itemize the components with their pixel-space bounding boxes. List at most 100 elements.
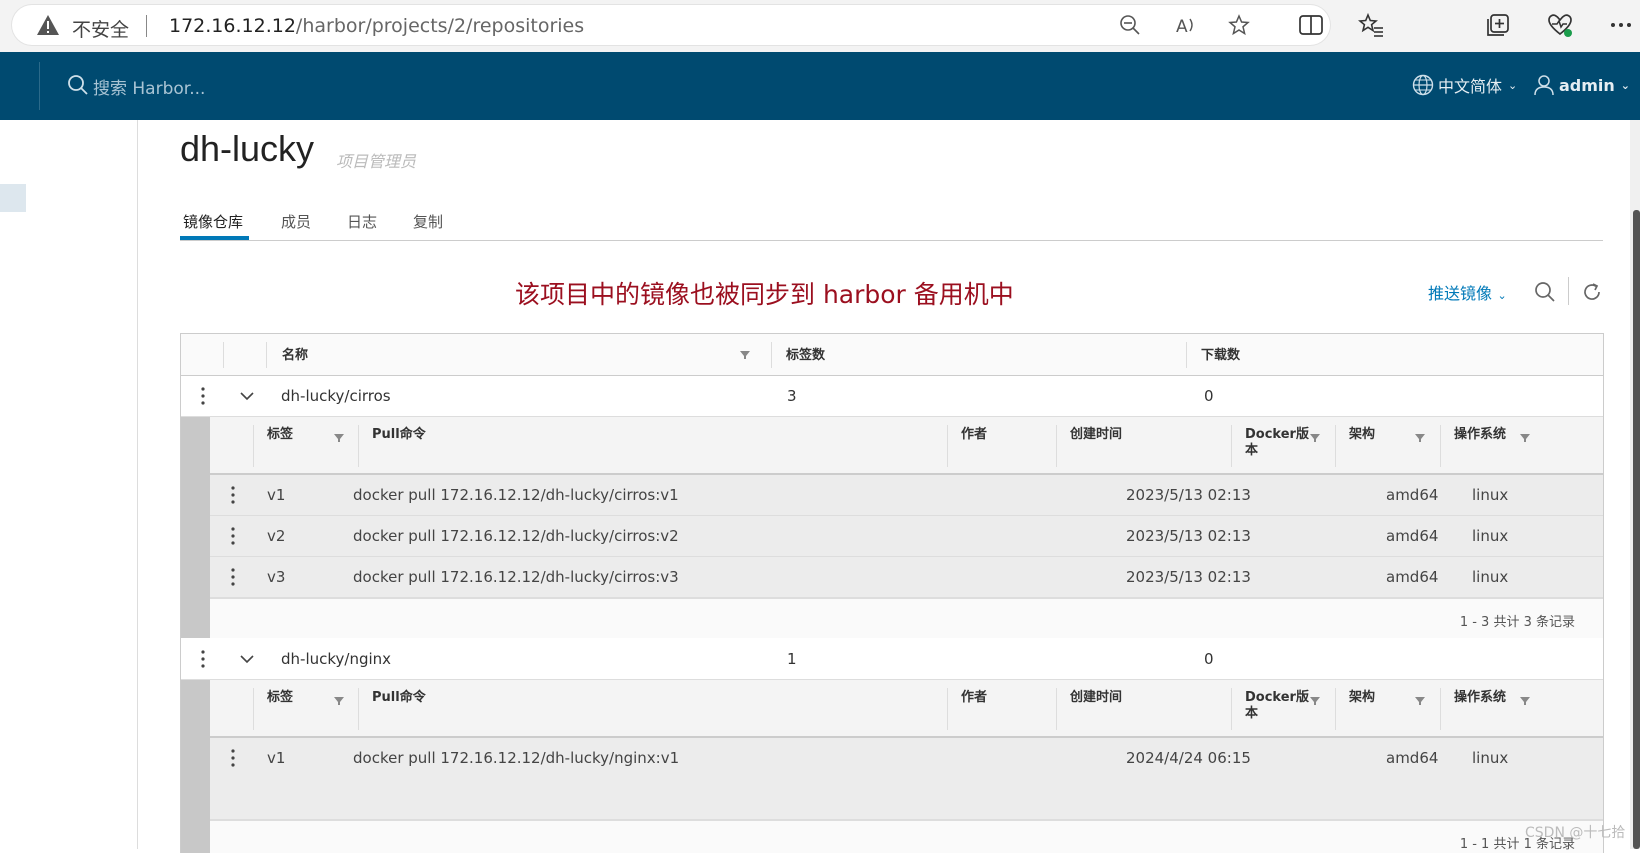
browser-health-icon[interactable] [1547,12,1573,38]
insecure-label[interactable]: 不安全 [72,15,129,42]
column-header-tag[interactable]: 标签 [267,690,293,706]
column-divider [1056,425,1057,467]
column-header-name[interactable]: 名称 [282,344,308,363]
pull-command[interactable]: docker pull 172.16.12.12/dh-lucky/cirros… [353,527,679,545]
column-header-docker-version[interactable]: Docker版本 [1245,690,1310,722]
global-search-input[interactable]: 搜索 Harbor... [93,74,205,99]
tag-name[interactable]: v1 [267,486,285,504]
side-nav-selected-item[interactable] [0,184,26,212]
filter-icon[interactable] [334,696,344,706]
pull-command[interactable]: docker pull 172.16.12.12/dh-lucky/cirros… [353,486,679,504]
filter-icon[interactable] [1520,433,1530,443]
tag-row[interactable]: v2 docker pull 172.16.12.12/dh-lucky/cir… [210,516,1603,557]
created-time: 2024/4/24 06:15 [1126,749,1251,767]
collections-icon[interactable] [1485,12,1511,38]
column-header-arch[interactable]: 架构 [1349,690,1375,706]
push-image-button[interactable]: 推送镜像 ⌄ [1428,280,1507,304]
column-divider [1335,425,1336,467]
pull-command[interactable]: docker pull 172.16.12.12/dh-lucky/cirros… [353,568,679,586]
tag-name[interactable]: v2 [267,527,285,545]
column-header-tags[interactable]: 标签数 [786,344,825,363]
tag-row[interactable]: v1 docker pull 172.16.12.12/dh-lucky/ngi… [210,738,1603,820]
tab-replication[interactable]: 复制 [413,211,443,232]
chevron-down-icon[interactable] [239,388,255,404]
side-nav [0,120,138,849]
column-header-author[interactable]: 作者 [961,427,987,443]
url-path: /harbor/projects/2/repositories [295,15,585,37]
filter-icon[interactable] [1520,696,1530,706]
repository-name[interactable]: dh-lucky/cirros [281,387,391,405]
tag-name[interactable]: v3 [267,568,285,586]
column-header-tag[interactable]: 标签 [267,427,293,443]
tag-datagrid-header: 标签 Pull命令 作者 创建时间 Docker版本 架构 操作系统 [210,417,1603,475]
zoom-out-icon[interactable] [1119,14,1141,36]
column-divider [266,342,267,368]
split-screen-icon[interactable] [1298,12,1324,38]
browser-toolbar: 不安全 172.16.12.12/harbor/projects/2/repos… [0,0,1640,52]
filter-icon[interactable] [1310,433,1320,443]
filter-icon[interactable] [1415,433,1425,443]
page-scrollbar[interactable] [1630,120,1640,849]
column-header-arch[interactable]: 架构 [1349,427,1375,443]
tag-row[interactable]: v3 docker pull 172.16.12.12/dh-lucky/cir… [210,557,1603,598]
repository-pull-count: 0 [1204,387,1214,405]
architecture: amd64 [1386,486,1439,504]
chevron-down-icon[interactable] [239,651,255,667]
filter-icon[interactable] [1310,696,1320,706]
repository-row[interactable]: dh-lucky/cirros 3 0 [181,376,1603,417]
filter-icon[interactable] [334,433,344,443]
svg-text:A: A [1176,17,1188,36]
kebab-icon[interactable] [201,387,205,405]
column-divider [1440,425,1441,467]
scrollbar-thumb[interactable] [1633,210,1640,849]
kebab-icon[interactable] [231,749,235,767]
refresh-icon[interactable] [1580,280,1604,304]
url-text[interactable]: 172.16.12.12/harbor/projects/2/repositor… [169,15,584,37]
column-header-docker-version[interactable]: Docker版本 [1245,427,1310,459]
tab-members[interactable]: 成员 [281,211,311,232]
user-menu[interactable]: admin ⌄ [1533,72,1630,98]
search-icon[interactable] [66,73,90,97]
language-selector[interactable]: 中文简体 ⌄ [1412,72,1517,98]
created-time: 2023/5/13 02:13 [1126,527,1251,545]
column-divider [1231,425,1232,467]
warning-icon[interactable] [36,14,60,36]
more-icon[interactable] [1608,12,1634,38]
search-icon[interactable] [1533,280,1557,304]
column-divider [771,342,772,368]
tag-name[interactable]: v1 [267,749,285,767]
repository-row[interactable]: dh-lucky/nginx 1 0 [181,639,1603,680]
filter-icon[interactable] [740,350,750,360]
column-header-pull-command[interactable]: Pull命令 [372,427,426,443]
toolbar-divider [1568,277,1569,305]
column-header-os[interactable]: 操作系统 [1454,690,1506,706]
address-bar[interactable]: 不安全 172.16.12.12/harbor/projects/2/repos… [12,5,1330,45]
tab-repositories[interactable]: 镜像仓库 [183,211,243,232]
favorites-list-icon[interactable] [1358,12,1384,38]
column-header-author[interactable]: 作者 [961,690,987,706]
tag-row[interactable]: v1 docker pull 172.16.12.12/dh-lucky/cir… [210,475,1603,516]
kebab-icon[interactable] [231,527,235,545]
repository-detail: 标签 Pull命令 作者 创建时间 Docker版本 架构 操作系统 v1 do… [181,417,1603,638]
filter-icon[interactable] [1415,696,1425,706]
tab-logs[interactable]: 日志 [347,211,377,232]
kebab-icon[interactable] [231,486,235,504]
datagrid-header: 名称 标签数 下载数 [181,334,1603,376]
column-divider [1056,688,1057,730]
column-header-pull-command[interactable]: Pull命令 [372,690,426,706]
read-aloud-icon[interactable]: A [1175,14,1197,36]
chevron-down-icon: ⌄ [1508,78,1518,92]
column-header-os[interactable]: 操作系统 [1454,427,1506,443]
repository-name[interactable]: dh-lucky/nginx [281,650,391,668]
globe-icon [1412,74,1434,96]
column-header-pulls[interactable]: 下载数 [1201,344,1240,363]
column-header-created[interactable]: 创建时间 [1070,427,1122,443]
watermark: CSDN @十七拾 [1525,825,1626,841]
architecture: amd64 [1386,749,1439,767]
favorite-icon[interactable] [1228,14,1250,36]
kebab-icon[interactable] [201,650,205,668]
repository-detail: 标签 Pull命令 作者 创建时间 Docker版本 架构 操作系统 v1 do… [181,680,1603,853]
column-header-created[interactable]: 创建时间 [1070,690,1122,706]
kebab-icon[interactable] [231,568,235,586]
pull-command[interactable]: docker pull 172.16.12.12/dh-lucky/nginx:… [353,749,679,767]
